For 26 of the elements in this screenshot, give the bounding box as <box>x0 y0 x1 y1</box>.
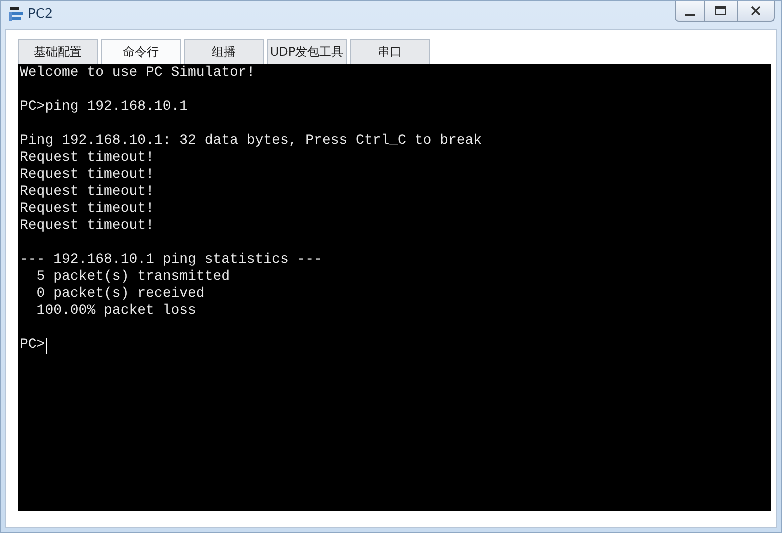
terminal-line: Welcome to use PC Simulator! <box>20 65 256 82</box>
command-prompt: PC> <box>20 337 46 354</box>
minimize-icon <box>685 14 695 16</box>
terminal-line: Request timeout! <box>20 150 154 167</box>
close-button[interactable] <box>737 1 775 22</box>
terminal-line: PC>ping 192.168.10.1 <box>20 99 188 116</box>
tab[interactable]: 组播 <box>184 39 264 64</box>
maximize-icon <box>715 6 727 16</box>
window-title: PC2 <box>28 6 54 22</box>
tab[interactable]: 命令行 <box>101 39 181 64</box>
tab[interactable]: 基础配置 <box>18 39 98 64</box>
tab[interactable]: 串口 <box>350 39 430 64</box>
terminal-line: Request timeout! <box>20 167 154 184</box>
terminal-line: Ping 192.168.10.1: 32 data bytes, Press Ctrl_C to break <box>20 133 482 150</box>
computer-icon <box>9 5 25 23</box>
tab[interactable]: UDP发包工具 <box>267 39 347 64</box>
maximize-button[interactable] <box>704 1 738 22</box>
terminal-line: Request timeout! <box>20 218 154 235</box>
close-icon <box>750 6 762 16</box>
minimize-button[interactable] <box>675 1 705 22</box>
terminal-line: --- 192.168.10.1 ping statistics --- <box>20 252 322 269</box>
terminal-line: Request timeout! <box>20 201 154 218</box>
terminal-line: 5 packet(s) transmitted <box>36 269 230 286</box>
terminal-line: Request timeout! <box>20 184 154 201</box>
terminal-line: 0 packet(s) received <box>36 286 205 303</box>
terminal-line: 100.00% packet loss <box>36 303 196 320</box>
